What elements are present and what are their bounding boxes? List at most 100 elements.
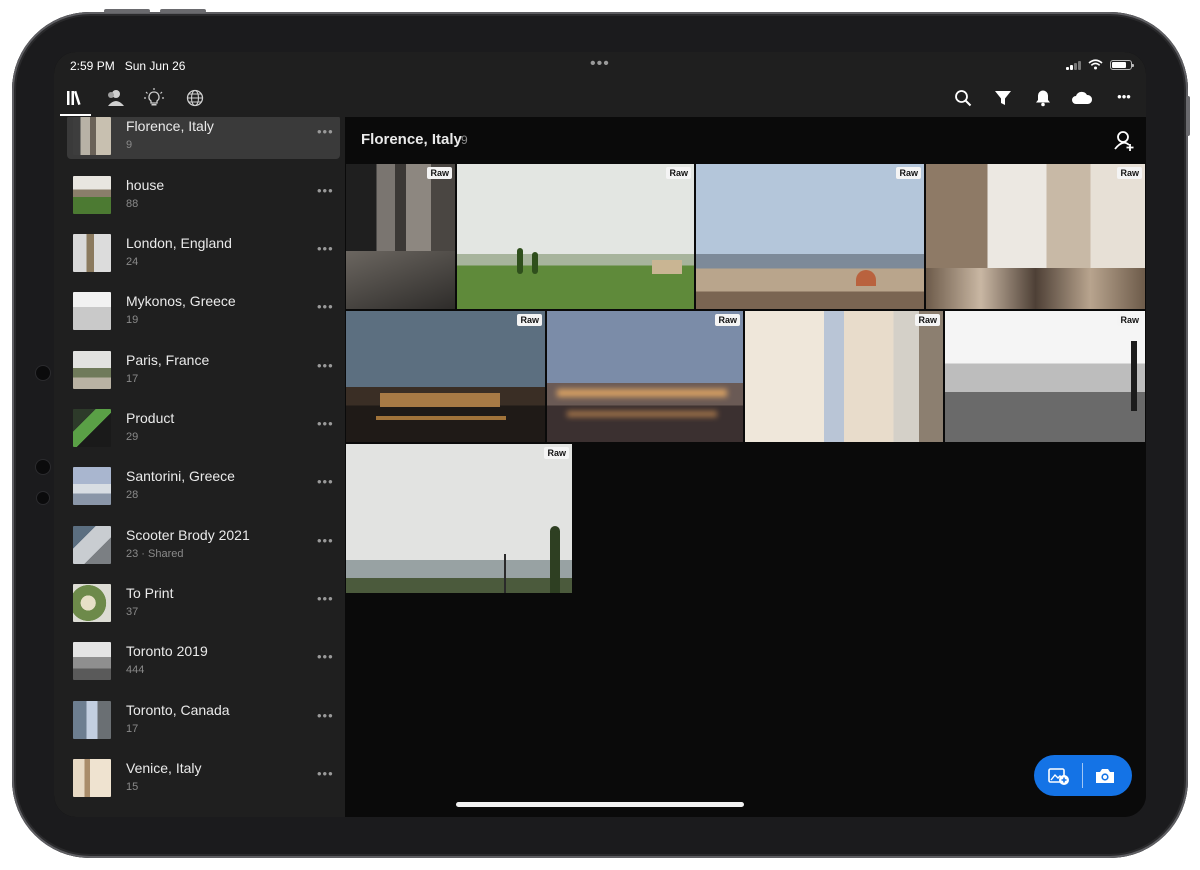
album-thumbnail	[73, 467, 111, 505]
album-thumbnail	[73, 351, 111, 389]
album-photo-count: 9	[461, 133, 468, 147]
album-more-icon[interactable]: •••	[317, 299, 334, 314]
status-bar: 2:59 PM Sun Jun 26 •••	[54, 52, 1146, 80]
multitasking-dots[interactable]: •••	[590, 55, 610, 73]
album-count: 88	[126, 198, 139, 210]
album-count: 28	[126, 489, 139, 501]
album-thumbnail	[73, 176, 111, 214]
album-thumbnail	[73, 292, 111, 330]
add-photos-fab	[1034, 755, 1132, 796]
filter-icon[interactable]	[990, 85, 1016, 111]
photo-thumbnail[interactable]: Raw	[745, 311, 943, 442]
album-item[interactable]: London, England 24 •••	[67, 232, 340, 276]
album-count: 9	[126, 139, 133, 151]
album-item[interactable]: Scooter Brody 2021 23 · Shared •••	[67, 524, 340, 568]
album-more-icon[interactable]: •••	[317, 241, 334, 256]
side-button	[1186, 96, 1190, 136]
raw-badge: Raw	[544, 447, 569, 459]
album-more-icon[interactable]: •••	[317, 183, 334, 198]
album-count: 19	[126, 314, 139, 326]
album-name: Toronto, Canada	[126, 702, 230, 718]
bell-icon[interactable]	[1030, 85, 1056, 111]
photo-thumbnail[interactable]: Raw	[945, 311, 1145, 442]
raw-badge: Raw	[427, 167, 452, 179]
album-item[interactable]: Florence, Italy 9 •••	[67, 117, 340, 159]
more-icon[interactable]: •••	[1111, 83, 1137, 109]
album-sidebar: Florence, Italy 9 ••• house 88 ••• Londo…	[54, 117, 345, 817]
album-name: To Print	[126, 585, 174, 601]
camera-sensor	[36, 366, 50, 380]
album-count: 15	[126, 781, 139, 793]
album-name: house	[126, 177, 165, 193]
album-name: Scooter Brody 2021	[126, 527, 250, 543]
status-indicators	[1066, 59, 1134, 70]
photo-thumbnail[interactable]: Raw	[926, 164, 1145, 309]
photo-thumbnail[interactable]: Raw	[346, 311, 545, 442]
album-more-icon[interactable]: •••	[317, 591, 334, 606]
photo-thumbnail[interactable]: Raw	[346, 164, 455, 309]
screen: 2:59 PM Sun Jun 26 ••• ••• Florence, Ita…	[54, 52, 1146, 817]
top-toolbar: •••	[54, 80, 1146, 117]
album-item[interactable]: Venice, Italy 15 •••	[67, 757, 340, 801]
album-item[interactable]: Product 29 •••	[67, 407, 340, 451]
album-more-icon[interactable]: •••	[317, 766, 334, 781]
album-thumbnail	[73, 526, 111, 564]
import-photo-icon[interactable]	[1046, 763, 1072, 789]
album-item[interactable]: To Print 37 •••	[67, 582, 340, 626]
raw-badge: Raw	[915, 314, 940, 326]
active-tab-indicator	[60, 114, 91, 116]
album-more-icon[interactable]: •••	[317, 649, 334, 664]
album-item[interactable]: Santorini, Greece 28 •••	[67, 465, 340, 509]
discover-globe-icon[interactable]	[182, 85, 208, 111]
cellular-signal-icon	[1066, 60, 1081, 70]
album-thumbnail	[73, 234, 111, 272]
album-name: Mykonos, Greece	[126, 293, 236, 309]
album-item[interactable]: Toronto, Canada 17 •••	[67, 699, 340, 743]
album-item[interactable]: Toronto 2019 444 •••	[67, 640, 340, 684]
album-name: Venice, Italy	[126, 760, 202, 776]
learn-bulb-icon[interactable]	[141, 85, 167, 111]
home-indicator[interactable]	[456, 802, 744, 807]
cloud-icon[interactable]	[1069, 85, 1095, 111]
photo-thumbnail[interactable]: Raw	[346, 444, 572, 593]
camera-lens	[36, 460, 50, 474]
battery-icon	[1110, 59, 1134, 70]
people-icon[interactable]	[102, 85, 128, 111]
album-item[interactable]: house 88 •••	[67, 174, 340, 218]
album-more-icon[interactable]: •••	[317, 124, 334, 139]
photo-thumbnail[interactable]: Raw	[696, 164, 924, 309]
album-count: 29	[126, 431, 139, 443]
album-more-icon[interactable]: •••	[317, 474, 334, 489]
photo-thumbnail[interactable]: Raw	[457, 164, 694, 309]
album-name: Paris, France	[126, 352, 210, 368]
library-icon[interactable]	[63, 85, 89, 111]
album-thumbnail	[73, 117, 111, 155]
album-more-icon[interactable]: •••	[317, 708, 334, 723]
album-more-icon[interactable]: •••	[317, 533, 334, 548]
raw-badge: Raw	[666, 167, 691, 179]
album-title: Florence, Italy	[361, 131, 462, 148]
camera-icon[interactable]	[1092, 763, 1118, 789]
album-count: 23 · Shared	[126, 548, 184, 560]
album-thumbnail	[73, 409, 111, 447]
raw-badge: Raw	[517, 314, 542, 326]
search-icon[interactable]	[950, 85, 976, 111]
album-name: London, England	[126, 235, 232, 251]
raw-badge: Raw	[715, 314, 740, 326]
album-item[interactable]: Paris, France 17 •••	[67, 349, 340, 393]
raw-badge: Raw	[1117, 167, 1142, 179]
album-item[interactable]: Mykonos, Greece 19 •••	[67, 290, 340, 334]
raw-badge: Raw	[896, 167, 921, 179]
photo-grid-panel: Florence, Italy 9 Raw Raw Raw Raw Raw Ra…	[345, 117, 1146, 817]
album-count: 444	[126, 664, 145, 676]
status-time: 2:59 PM Sun Jun 26	[70, 59, 186, 73]
share-album-icon[interactable]	[1113, 130, 1135, 152]
album-thumbnail	[73, 759, 111, 797]
album-count: 24	[126, 256, 139, 268]
top-button-right	[160, 9, 206, 13]
raw-badge: Raw	[1117, 314, 1142, 326]
album-more-icon[interactable]: •••	[317, 358, 334, 373]
album-count: 37	[126, 606, 139, 618]
photo-thumbnail[interactable]: Raw	[547, 311, 743, 442]
album-more-icon[interactable]: •••	[317, 416, 334, 431]
